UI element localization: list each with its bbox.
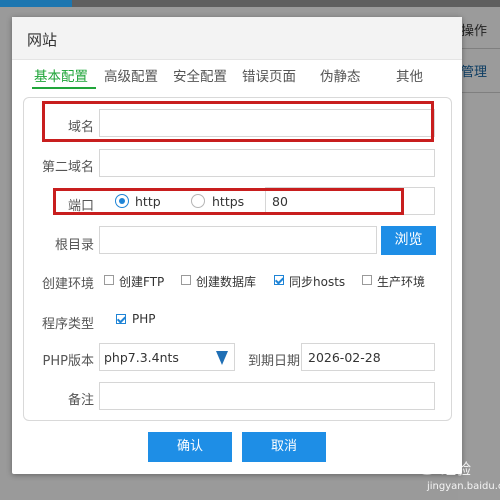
- tab-advanced-config[interactable]: 高级配置: [104, 65, 158, 85]
- php-label: PHP: [132, 312, 156, 326]
- background-divider: [458, 48, 500, 49]
- second-domain-input[interactable]: [99, 149, 435, 177]
- note-input[interactable]: [99, 382, 435, 410]
- expire-date-input[interactable]: [301, 343, 435, 371]
- php-version-select[interactable]: php7.3.4nts: [99, 343, 235, 371]
- tab-rewrite[interactable]: 伪静态: [320, 65, 361, 85]
- production-env-label: 生产环境: [377, 275, 426, 289]
- create-ftp-checkbox[interactable]: [104, 275, 114, 285]
- background-topbar: [0, 0, 500, 7]
- port-highlight-box: [53, 188, 404, 215]
- watermark-brand: Bai: [363, 450, 401, 475]
- root-dir-input[interactable]: [99, 226, 377, 254]
- environment-label: 创建环境: [41, 277, 94, 292]
- note-label: 备注: [67, 393, 94, 408]
- second-domain-label: 第二域名: [41, 160, 94, 175]
- tab-error-pages[interactable]: 错误页面: [242, 65, 296, 85]
- expire-date-label: 到期日期: [247, 354, 300, 369]
- cancel-button[interactable]: 取消: [242, 432, 326, 462]
- production-env-checkbox[interactable]: [362, 275, 372, 285]
- browse-button[interactable]: 浏览: [381, 226, 436, 255]
- form-panel: [23, 97, 452, 421]
- php-version-value: php7.3.4nts: [104, 350, 179, 365]
- watermark-url: jingyan.baidu.com: [427, 481, 500, 492]
- paw-logo-icon: [415, 451, 439, 475]
- watermark: Bai 经验 jingyan.baidu.com: [363, 448, 500, 498]
- confirm-button[interactable]: 确认: [148, 432, 232, 462]
- sync-hosts-checkbox[interactable]: [274, 275, 284, 285]
- dropdown-arrow-icon: [216, 351, 228, 365]
- create-database-checkbox[interactable]: [181, 275, 191, 285]
- tab-basic-config[interactable]: 基本配置: [34, 65, 88, 85]
- dialog-header: 网站: [12, 17, 462, 60]
- create-database-label: 创建数据库: [196, 275, 257, 289]
- active-tab-indicator: [32, 87, 96, 89]
- tab-other[interactable]: 其他: [396, 65, 423, 85]
- program-type-label: 程序类型: [41, 317, 94, 332]
- background-operate-header: 操作: [461, 24, 488, 39]
- background-table-column: [458, 7, 500, 500]
- create-ftp-label: 创建FTP: [119, 275, 165, 289]
- domain-highlight-box: [42, 101, 434, 142]
- dialog-title: 网站: [27, 31, 58, 49]
- php-version-label: PHP版本: [42, 354, 94, 369]
- background-topbar-accent: [0, 0, 72, 7]
- background-divider: [458, 92, 500, 93]
- sync-hosts-label: 同步hosts: [289, 275, 346, 289]
- root-dir-label: 根目录: [54, 238, 94, 253]
- tab-security-config[interactable]: 安全配置: [173, 65, 227, 85]
- php-checkbox[interactable]: [116, 314, 126, 324]
- watermark-suffix: 经验: [441, 460, 472, 478]
- site-dialog: 网站 基本配置 高级配置 安全配置 错误页面 伪静态 其他 域名 第二域名 端口…: [12, 17, 462, 474]
- background-manage-link: 管理: [461, 65, 488, 80]
